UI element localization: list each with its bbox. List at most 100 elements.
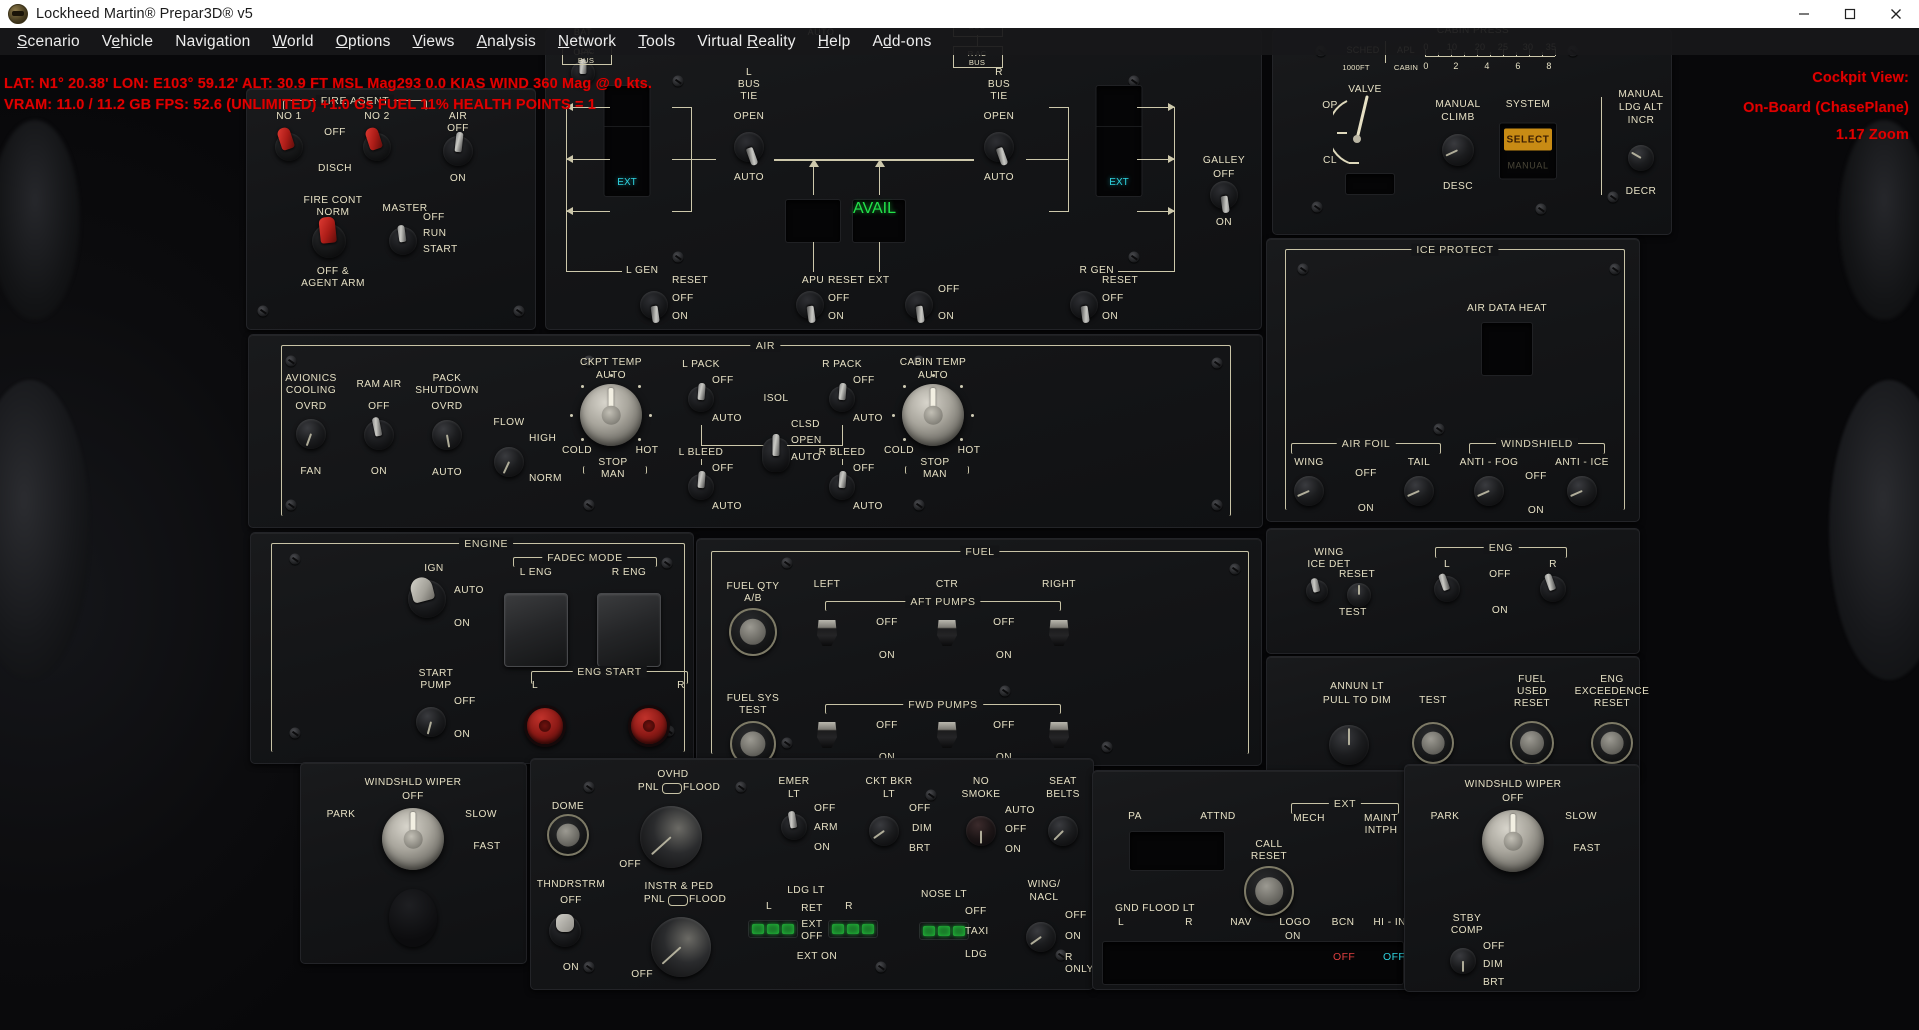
instr-ped-flood-knob[interactable] <box>651 917 711 977</box>
attnd-label: ATTND <box>1200 811 1236 822</box>
menu-help[interactable]: Help <box>807 31 862 53</box>
seat-belts-knob[interactable] <box>1048 816 1078 846</box>
ckt-bkr-lt-knob[interactable] <box>869 816 899 846</box>
cabin-press-inner-tick-8: 8 <box>1546 61 1552 71</box>
screw-icon <box>913 499 925 511</box>
menu-navigation[interactable]: Navigation <box>164 31 261 53</box>
menu-tools[interactable]: Tools <box>627 31 686 53</box>
emer-lt-switch[interactable] <box>781 810 807 840</box>
nav-label: NAV <box>1230 917 1252 928</box>
gnd-lt-switch-row-display[interactable] <box>1102 941 1404 985</box>
fwd-pump-ctr-lever[interactable] <box>936 722 958 752</box>
apu-air-switch[interactable] <box>443 131 473 166</box>
eng-ice-l-switch[interactable] <box>1434 572 1460 602</box>
windshield-anti-fog-knob[interactable] <box>1474 476 1504 506</box>
annun-test-button[interactable] <box>1412 722 1454 764</box>
ext-power-switch[interactable] <box>905 291 933 324</box>
wiper-left-knob[interactable] <box>382 808 444 870</box>
l-gen-reset-switch[interactable] <box>640 291 668 324</box>
l-ext-display[interactable]: EXT <box>603 85 651 197</box>
fuel-used-reset-button[interactable] <box>1510 721 1554 765</box>
minimize-button[interactable] <box>1781 0 1827 28</box>
close-button[interactable] <box>1873 0 1919 28</box>
r-bus-tie-switch[interactable] <box>984 132 1014 167</box>
menu-scenario[interactable]: Scenario <box>6 31 91 53</box>
apu-master-switch[interactable] <box>389 224 417 255</box>
eng-start-r-button[interactable] <box>628 705 670 747</box>
eng-start-l-button[interactable] <box>524 705 566 747</box>
call-reset-button[interactable] <box>1244 866 1294 916</box>
menu-vehicle[interactable]: Vehicle <box>91 31 164 53</box>
ram-air-switch[interactable] <box>364 416 394 450</box>
menu-add-ons[interactable]: Add-ons <box>861 31 942 53</box>
aft-pump-right-lever[interactable] <box>1048 620 1070 650</box>
r-arrow-icon <box>1168 103 1175 111</box>
ovhd-flood-knob[interactable] <box>640 806 702 868</box>
menu-analysis[interactable]: Analysis <box>466 31 547 53</box>
r-bleed-switch[interactable] <box>829 470 855 500</box>
thndrstrm-label: THNDRSTRM <box>536 879 606 890</box>
pack-shutdown-knob[interactable] <box>432 420 462 450</box>
wing-ice-det-switch[interactable] <box>1306 577 1328 602</box>
fadec-r-eng-display[interactable] <box>597 593 661 667</box>
l-bus-tie-switch[interactable] <box>734 132 764 167</box>
air-data-heat-display[interactable] <box>1481 322 1533 376</box>
r-ext-label: EXT <box>1109 177 1129 188</box>
fire-cont-agent-arm-label: AGENT ARM <box>301 278 365 289</box>
ign-switch[interactable] <box>408 574 446 618</box>
ldg-lt-right-indicator[interactable] <box>828 920 878 938</box>
fire-cont-switch[interactable] <box>312 216 346 258</box>
menu-world[interactable]: World <box>261 31 324 53</box>
eng-exceedence-reset-button[interactable] <box>1591 722 1633 764</box>
avionics-cooling-knob[interactable] <box>296 419 326 449</box>
windshield-off-label: OFF <box>1525 471 1547 482</box>
manual-ldg-alt-knob[interactable] <box>1628 145 1654 171</box>
apu-gen-reset-switch[interactable] <box>796 291 824 324</box>
annun-lt-dim-knob[interactable] <box>1329 725 1369 765</box>
r-gen-line <box>1118 271 1175 272</box>
menu-views[interactable]: Views <box>402 31 466 53</box>
pa-attnd-display[interactable] <box>1129 831 1225 871</box>
nose-lt-indicator[interactable] <box>919 922 969 940</box>
r-ext-display[interactable]: EXT <box>1095 85 1143 197</box>
tail-anti-ice-knob[interactable] <box>1404 476 1434 506</box>
menu-virtual-reality[interactable]: Virtual Reality <box>686 31 806 53</box>
system-select-display[interactable]: SELECT MANUAL <box>1499 122 1557 180</box>
maximize-button[interactable] <box>1827 0 1873 28</box>
isol-switch[interactable] <box>762 434 790 472</box>
fadec-l-eng-display[interactable] <box>504 593 568 667</box>
ext-avail-display[interactable]: AVAIL <box>852 199 906 243</box>
fwd-pump-right-lever[interactable] <box>1048 722 1070 752</box>
ldg-lt-left-indicator[interactable] <box>748 920 798 938</box>
manual-climb-knob[interactable] <box>1442 134 1474 166</box>
cabin-press-inner-tick-0: 0 <box>1423 61 1429 71</box>
stby-comp-knob[interactable] <box>1450 948 1476 974</box>
galley-switch[interactable] <box>1210 181 1238 214</box>
fwd-pump-left-lever[interactable] <box>816 722 838 752</box>
l-bleed-switch[interactable] <box>688 470 714 500</box>
menu-options[interactable]: Options <box>325 31 402 53</box>
fuel-qty-button[interactable] <box>729 608 777 656</box>
wing-anti-ice-knob[interactable] <box>1294 476 1324 506</box>
wiper-right-knob[interactable] <box>1482 810 1544 872</box>
flow-knob[interactable] <box>494 447 524 477</box>
start-pump-knob[interactable] <box>416 707 446 737</box>
dome-light-button[interactable] <box>547 814 589 856</box>
wing-ice-det-reset-knob[interactable] <box>1347 583 1371 607</box>
nose-lt-off-label: OFF <box>965 906 987 917</box>
wing-nacl-knob[interactable] <box>1026 922 1056 952</box>
no-smoke-knob[interactable] <box>966 816 996 846</box>
l-pack-switch[interactable] <box>688 382 714 412</box>
aft-pump-left-lever[interactable] <box>816 620 838 650</box>
r-pack-switch[interactable] <box>829 382 855 412</box>
thndrstrm-switch[interactable] <box>549 914 581 947</box>
aft-pump-ctr-lever[interactable] <box>936 620 958 650</box>
call-reset-label-2: RESET <box>1250 851 1288 862</box>
eng-ice-r-switch[interactable] <box>1540 572 1566 602</box>
fire-agent-no1-switch[interactable] <box>275 125 303 161</box>
apu-display[interactable] <box>785 199 841 243</box>
fire-agent-no2-switch[interactable] <box>363 125 391 161</box>
windshield-anti-ice-knob[interactable] <box>1567 476 1597 506</box>
r-gen-reset-switch[interactable] <box>1070 291 1098 324</box>
menu-network[interactable]: Network <box>547 31 627 53</box>
